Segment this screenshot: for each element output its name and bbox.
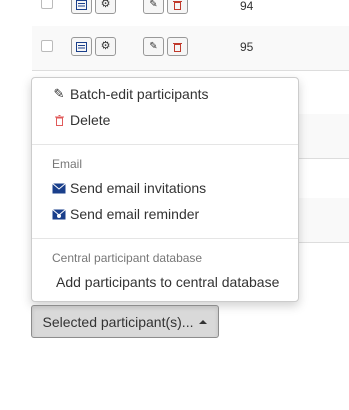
- delete-button[interactable]: [167, 37, 188, 56]
- trash-icon: [173, 42, 182, 52]
- edit-icon: ✎: [149, 41, 158, 52]
- edit-button[interactable]: ✎: [143, 0, 164, 14]
- trash-icon: [52, 114, 66, 126]
- menu-item-batch-edit[interactable]: ✎ Batch-edit participants: [52, 84, 209, 104]
- envelope-send-icon: [52, 182, 66, 194]
- menu-item-label: Add participants to central database: [56, 274, 280, 290]
- trash-icon: [173, 0, 182, 10]
- menu-item-label: Send email reminder: [70, 206, 200, 222]
- selected-participants-menu: ✎ Batch-edit participants Delete Email S…: [31, 77, 299, 302]
- table-row: ⚙ ✎ 94: [32, 0, 349, 27]
- delete-button[interactable]: [167, 0, 188, 14]
- settings-button[interactable]: ⚙: [95, 37, 116, 56]
- caret-up-icon: [199, 319, 208, 324]
- edit-icon: ✎: [149, 0, 158, 10]
- menu-divider: [32, 238, 298, 239]
- view-details-button[interactable]: [71, 37, 92, 56]
- row-checkbox[interactable]: [41, 0, 53, 9]
- menu-divider: [32, 144, 298, 145]
- menu-item-delete[interactable]: Delete: [52, 110, 110, 130]
- selected-participants-label: Selected participant(s)...: [42, 313, 194, 330]
- menu-item-label: Batch-edit participants: [70, 86, 209, 102]
- menu-header-email: Email: [52, 157, 83, 171]
- participant-id: 95: [240, 40, 254, 54]
- menu-header-central-db: Central participant database: [52, 251, 203, 265]
- list-icon: [76, 41, 87, 52]
- row-checkbox[interactable]: [41, 40, 53, 52]
- participant-id: 94: [240, 0, 254, 13]
- pencil-icon: ✎: [53, 86, 65, 101]
- gear-icon: ⚙: [100, 40, 111, 52]
- menu-item-send-invitations[interactable]: Send email invitations: [52, 178, 206, 198]
- menu-item-label: Delete: [70, 112, 111, 128]
- menu-item-label: Send email invitations: [70, 180, 207, 196]
- envelope-reminder-icon: [52, 208, 66, 220]
- table-row: ⚙ ✎ 95: [32, 26, 349, 71]
- menu-item-send-reminder[interactable]: Send email reminder: [52, 204, 199, 224]
- menu-item-add-central[interactable]: Add participants to central database: [56, 272, 279, 292]
- selected-participants-button[interactable]: Selected participant(s)...: [31, 305, 219, 338]
- list-icon: [76, 0, 87, 10]
- settings-button[interactable]: ⚙: [95, 0, 116, 14]
- edit-button[interactable]: ✎: [143, 37, 164, 56]
- view-details-button[interactable]: [71, 0, 92, 14]
- gear-icon: ⚙: [100, 0, 111, 10]
